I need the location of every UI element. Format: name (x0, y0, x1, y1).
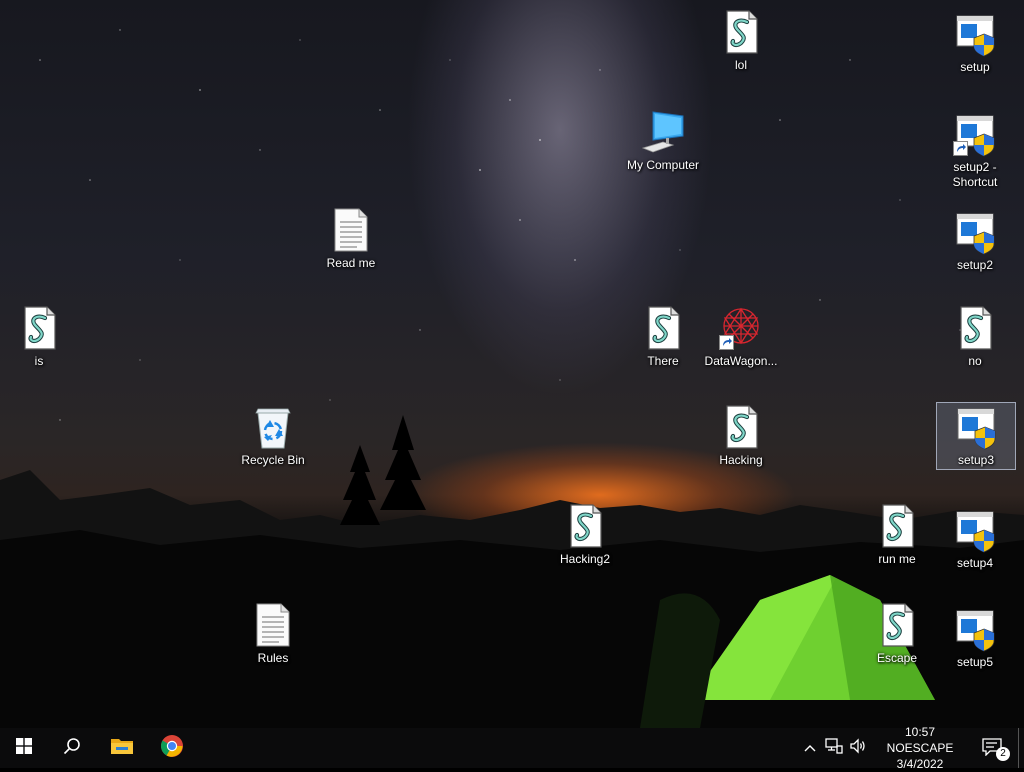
text-file-icon (327, 206, 375, 254)
script-file-icon (873, 601, 921, 649)
desktop-icon-run-me[interactable]: run me (858, 502, 936, 567)
desktop-icon-my-computer[interactable]: My Computer (624, 108, 702, 173)
start-button[interactable] (0, 728, 48, 768)
search-button[interactable] (48, 728, 96, 768)
desktop-icon-read-me[interactable]: Read me (312, 206, 390, 271)
desktop-icon-label: Rules (257, 651, 289, 665)
clock[interactable]: 10:57 NOESCAPE 3/4/2022 (872, 725, 968, 771)
shortcut-arrow-icon (953, 141, 968, 156)
chrome-icon (160, 734, 184, 763)
datawagon-app-icon (717, 304, 765, 352)
text-file-icon (249, 601, 297, 649)
clock-date: 3/4/2022 (896, 757, 944, 771)
desktop-icon-label: setup2 (956, 258, 994, 272)
desktop-icon-label: Hacking (719, 453, 763, 467)
shortcut-arrow-icon (719, 335, 734, 350)
desktop-icon-setup[interactable]: setup (936, 10, 1014, 75)
computer-icon (639, 108, 687, 156)
taskbar: 10:57 NOESCAPE 3/4/2022 2 (0, 725, 1024, 771)
desktop-icon-setup2[interactable]: setup2 (936, 208, 1014, 273)
desktop-icon-setup5[interactable]: setup5 (936, 605, 1014, 670)
notification-icon: 2 (982, 738, 1010, 761)
search-icon (63, 737, 81, 760)
desktop-icon-label: Read me (326, 256, 376, 270)
action-center-button[interactable]: 2 (976, 728, 1010, 768)
network-icon (825, 737, 843, 759)
desktop-icon-hacking2[interactable]: Hacking2 (546, 502, 624, 567)
installer-uac-shield-icon (951, 10, 999, 58)
desktop-icon-label: DataWagon... (704, 354, 778, 368)
desktop-icon-is[interactable]: is (0, 304, 78, 369)
network-button[interactable] (822, 728, 846, 768)
recycle-bin-icon (249, 403, 297, 451)
chrome-button[interactable] (148, 728, 196, 768)
desktop-icon-there[interactable]: There (624, 304, 702, 369)
installer-uac-shield-icon (951, 208, 999, 256)
desktop-icon-label: setup5 (956, 655, 994, 669)
desktop-icon-label: setup2 - Shortcut (952, 160, 998, 189)
installer-uac-shield-icon (951, 506, 999, 554)
desktop-icon-label: is (34, 354, 44, 368)
desktop-icon-hacking[interactable]: Hacking (702, 403, 780, 468)
desktop-icon-label: setup (960, 60, 990, 74)
show-desktop-button[interactable] (1018, 728, 1024, 768)
desktop-icon-label: no (968, 354, 982, 368)
show-hidden-icons-button[interactable] (800, 728, 820, 768)
desktop-icon-escape[interactable]: Escape (858, 601, 936, 666)
desktop-icon-label: Escape (876, 651, 918, 665)
desktop-icon-label: Hacking2 (559, 552, 611, 566)
desktop-icon-no[interactable]: no (936, 304, 1014, 369)
script-file-icon (639, 304, 687, 352)
desktop-icon-recycle-bin[interactable]: Recycle Bin (234, 403, 312, 468)
desktop-icon-label: run me (878, 552, 916, 566)
desktop-icon-datawagon[interactable]: DataWagon... (702, 304, 780, 369)
desktop-icon-label: There (647, 354, 679, 368)
volume-button[interactable] (846, 728, 870, 768)
speaker-icon (849, 737, 867, 759)
chevron-up-icon (804, 739, 816, 757)
desktop-icon-label: setup4 (956, 556, 994, 570)
desktop-icon-label: Recycle Bin (241, 453, 305, 467)
desktop-icon-label: My Computer (626, 158, 700, 172)
desktop-icon-lol[interactable]: lol (702, 8, 780, 73)
file-explorer-button[interactable] (98, 728, 146, 768)
script-file-icon (717, 403, 765, 451)
notification-count-badge: 2 (996, 747, 1010, 761)
clock-time: 10:57 NOESCAPE (886, 725, 954, 755)
script-file-icon (15, 304, 63, 352)
windows-logo-icon (16, 737, 32, 759)
desktop-icon-setup2-shortcut[interactable]: setup2 - Shortcut (936, 110, 1014, 190)
desktop-icon-setup3[interactable]: setup3 (936, 402, 1016, 470)
script-file-icon (873, 502, 921, 550)
installer-uac-shield-icon (952, 403, 1000, 451)
folder-icon (110, 736, 134, 761)
script-file-icon (717, 8, 765, 56)
installer-uac-shield-icon (951, 110, 999, 158)
desktop[interactable]: lol setup My Computer setup2 - Shortcut … (0, 0, 1024, 728)
desktop-icon-rules[interactable]: Rules (234, 601, 312, 666)
script-file-icon (561, 502, 609, 550)
desktop-icon-label: lol (734, 58, 747, 72)
desktop-icon-label: setup3 (957, 453, 995, 467)
installer-uac-shield-icon (951, 605, 999, 653)
script-file-icon (951, 304, 999, 352)
desktop-icon-setup4[interactable]: setup4 (936, 506, 1014, 571)
